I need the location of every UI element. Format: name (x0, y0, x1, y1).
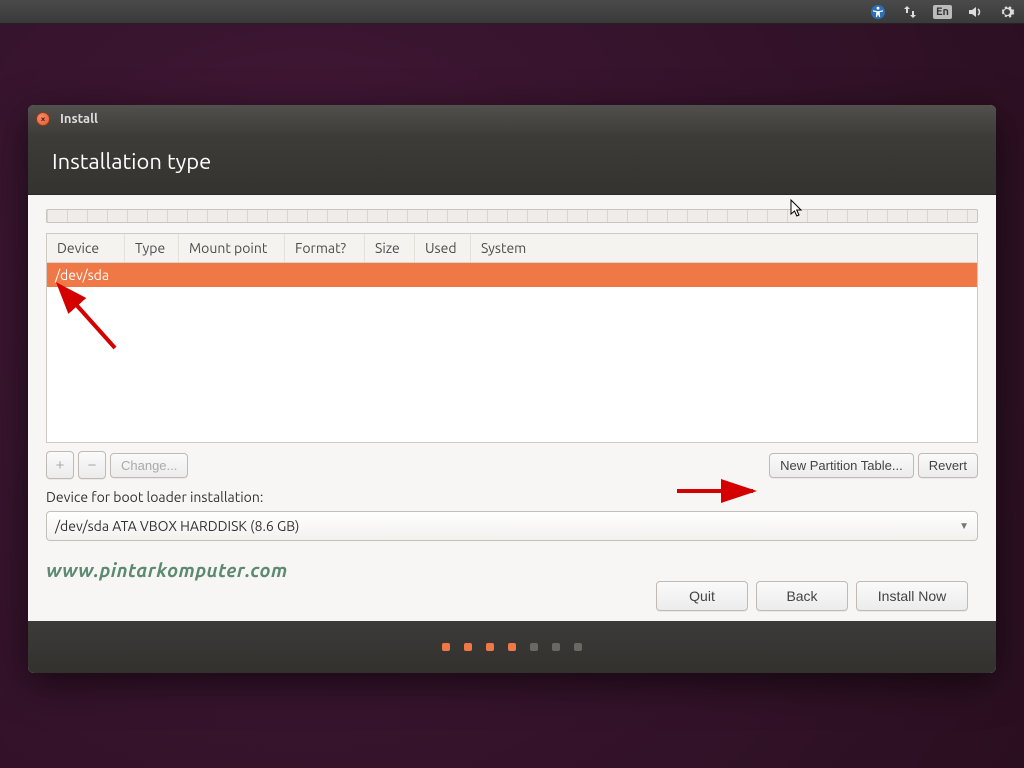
chevron-down-icon: ▼ (959, 520, 969, 532)
quit-button[interactable]: Quit (656, 581, 748, 611)
change-partition-button[interactable]: Change... (110, 453, 188, 478)
progress-dot (574, 643, 582, 651)
bootloader-device-value: /dev/sda ATA VBOX HARDDISK (8.6 GB) (55, 518, 299, 534)
new-partition-table-button[interactable]: New Partition Table... (769, 453, 914, 478)
col-used[interactable]: Used (415, 234, 471, 262)
progress-dot (486, 643, 494, 651)
table-row[interactable]: /dev/sda (47, 263, 977, 287)
install-now-button[interactable]: Install Now (856, 581, 968, 611)
revert-button[interactable]: Revert (918, 453, 978, 478)
disk-usage-bar (46, 209, 978, 223)
wizard-actions: Quit Back Install Now (656, 581, 968, 611)
window-title: Install (60, 112, 98, 126)
progress-dot (530, 643, 538, 651)
page-title: Installation type (28, 133, 996, 195)
progress-dot (464, 643, 472, 651)
progress-dot (552, 643, 560, 651)
progress-dot (508, 643, 516, 651)
table-empty-area[interactable] (47, 287, 977, 442)
system-menubar: En (0, 0, 1024, 24)
accessibility-icon[interactable] (869, 3, 887, 21)
close-icon[interactable]: × (36, 112, 50, 126)
content-area: Device Type Mount point Format? Size Use… (28, 195, 996, 617)
window-titlebar[interactable]: × Install (28, 105, 996, 133)
sound-icon[interactable] (966, 3, 984, 21)
bootloader-device-select[interactable]: /dev/sda ATA VBOX HARDDISK (8.6 GB) ▼ (46, 511, 978, 541)
back-button[interactable]: Back (756, 581, 848, 611)
network-icon[interactable] (901, 3, 919, 21)
col-size[interactable]: Size (365, 234, 415, 262)
installer-window: × Install Installation type Device Type … (28, 105, 996, 673)
remove-partition-button[interactable]: − (78, 451, 106, 479)
add-partition-button[interactable]: + (46, 451, 74, 479)
col-type[interactable]: Type (125, 234, 179, 262)
progress-dots (28, 621, 996, 673)
partition-table[interactable]: Device Type Mount point Format? Size Use… (46, 233, 978, 443)
watermark-text: www.pintarkomputer.com (46, 559, 978, 581)
progress-dot (442, 643, 450, 651)
col-format[interactable]: Format? (285, 234, 365, 262)
bootloader-label: Device for boot loader installation: (46, 489, 978, 505)
col-mount[interactable]: Mount point (179, 234, 285, 262)
table-header: Device Type Mount point Format? Size Use… (47, 234, 977, 263)
keyboard-indicator[interactable]: En (933, 5, 952, 19)
gear-icon[interactable] (998, 3, 1016, 21)
col-device[interactable]: Device (47, 234, 125, 262)
partition-toolbar: + − Change... New Partition Table... Rev… (46, 451, 978, 479)
col-system[interactable]: System (471, 234, 977, 262)
